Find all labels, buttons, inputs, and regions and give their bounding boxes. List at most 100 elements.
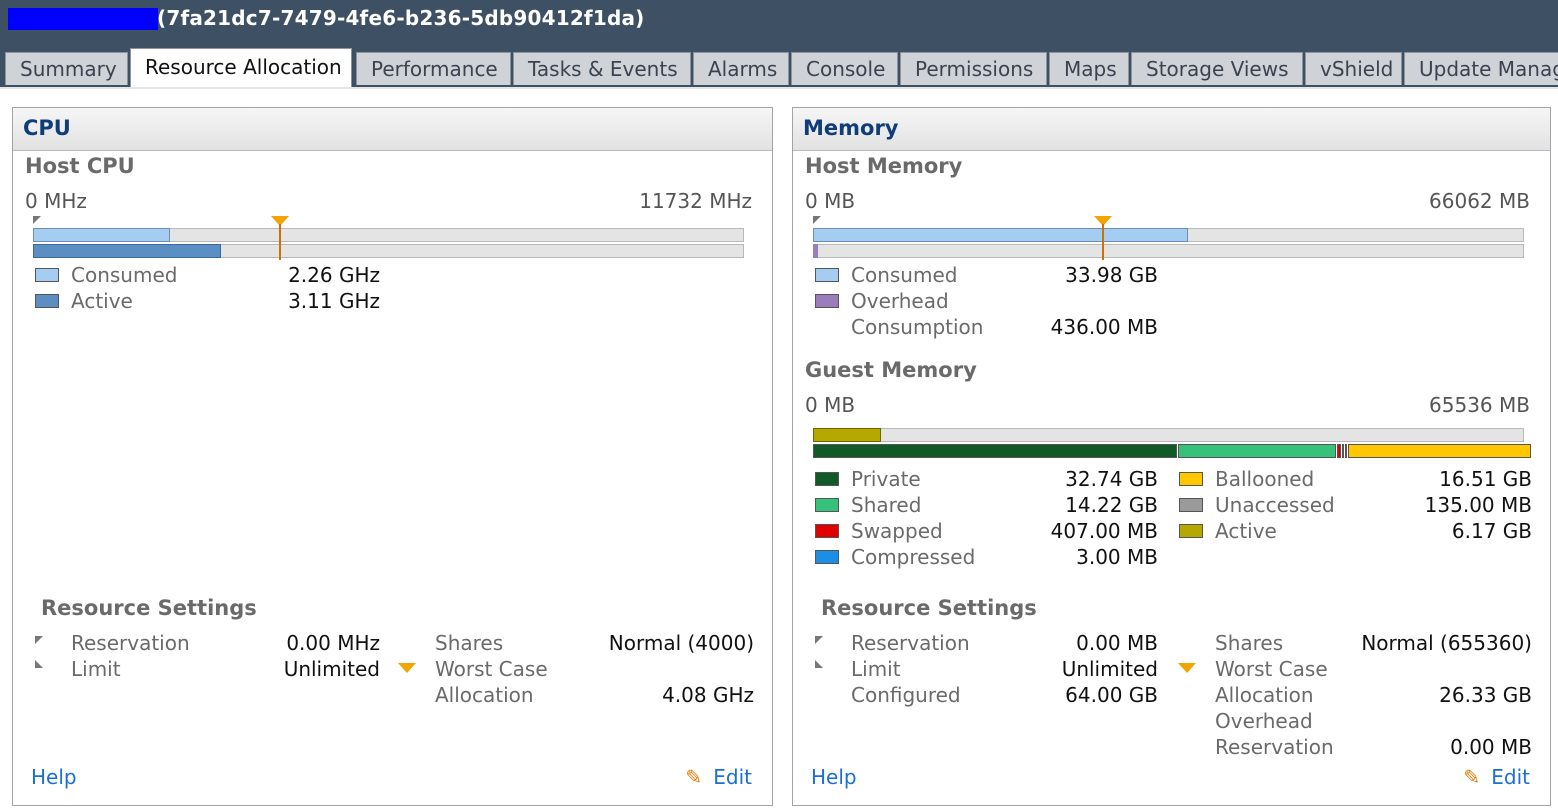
guest-left-label-0: Private: [851, 467, 921, 491]
tab-update-manager[interactable]: Update Manag: [1404, 52, 1558, 85]
guest-left-label-2: Swapped: [851, 519, 943, 543]
guest-segment-private: [813, 444, 1177, 458]
guest-right-swatch-2: [1179, 524, 1203, 538]
tab-vshield[interactable]: vShield: [1305, 52, 1402, 85]
guest-left-value-0: 32.74 GB: [1065, 467, 1158, 491]
guest-left-swatch-0: [815, 472, 839, 486]
guest-left-label-3: Compressed: [851, 545, 976, 569]
tab-resource-allocation[interactable]: Resource Allocation: [130, 48, 352, 87]
active-swatch: [35, 294, 59, 308]
consumed-swatch: [815, 268, 839, 282]
cpu-worst-case-label: Worst Case: [435, 657, 548, 681]
mem-shares-label: Shares: [1215, 631, 1284, 655]
overhead-swatch: [815, 294, 839, 308]
mem-consumed-label: Consumed: [851, 263, 958, 287]
tab-alarms[interactable]: Alarms: [693, 52, 789, 85]
guest-right-label-2: Active: [1215, 519, 1277, 543]
tab-tasks-events[interactable]: Tasks & Events: [513, 52, 691, 85]
guest-left-swatch-2: [815, 524, 839, 538]
cpu-reservation-value: 0.00 MHz: [286, 631, 380, 655]
host-cpu-heading: Host CPU: [25, 154, 135, 178]
cpu-panel-header: CPU: [13, 108, 772, 151]
memory-panel: Memory Host Memory 0 MB 66062 MB Consume…: [792, 107, 1551, 806]
cpu-resource-settings-heading: Resource Settings: [41, 596, 257, 620]
reservation-tick-icon: [815, 636, 823, 644]
limit-tick-icon: [815, 660, 823, 668]
tab-bar: Summary Resource Allocation Performance …: [0, 42, 1558, 89]
guest-segment-ballooned: [1348, 444, 1531, 458]
worst-case-line: [279, 224, 281, 260]
mem-edit-link[interactable]: ✎ Edit: [1463, 765, 1530, 789]
cpu-shares-label: Shares: [435, 631, 504, 655]
tab-storage-views[interactable]: Storage Views: [1131, 52, 1303, 85]
host-memory-heading: Host Memory: [805, 154, 963, 178]
tab-permissions[interactable]: Permissions: [900, 52, 1047, 85]
tab-performance[interactable]: Performance: [356, 52, 511, 85]
mem-consumed-bar: [813, 228, 1188, 242]
cpu-limit-label: Limit: [71, 657, 121, 681]
tab-maps[interactable]: Maps: [1049, 52, 1129, 85]
bar-start-tick-icon: [813, 216, 821, 224]
mem-reservation2-label: Reservation: [1215, 735, 1334, 759]
cpu-consumed-label: Consumed: [71, 263, 178, 287]
limit-tick-icon: [35, 660, 43, 668]
mem-range-min: 0 MB: [805, 189, 856, 213]
mem-limit-value: Unlimited: [1061, 657, 1158, 681]
guest-left-label-1: Shared: [851, 493, 922, 517]
consumed-swatch: [35, 268, 59, 282]
cpu-help-link[interactable]: Help: [31, 765, 77, 789]
guest-left-swatch-3: [815, 550, 839, 564]
mem-overhead-value: 436.00 MB: [1050, 315, 1158, 339]
memory-panel-title: Memory: [803, 116, 899, 140]
mem-limit-label: Limit: [851, 657, 901, 681]
cpu-range-min: 0 MHz: [25, 189, 87, 213]
worst-case-line: [1102, 224, 1104, 260]
mem-overhead-res-label: Overhead: [1215, 709, 1313, 733]
cpu-panel-title: CPU: [23, 116, 71, 140]
mem-shares-value: Normal (655360): [1361, 631, 1532, 655]
guest-range-min: 0 MB: [805, 393, 856, 417]
mem-configured-value: 64.00 GB: [1065, 683, 1158, 707]
guest-left-value-1: 14.22 GB: [1065, 493, 1158, 517]
guest-range-max: 65536 MB: [1429, 393, 1530, 417]
worst-case-legend-icon: [398, 663, 416, 673]
cpu-active-label: Active: [71, 289, 133, 313]
mem-worst-case-value: 26.33 GB: [1439, 683, 1532, 707]
tab-summary[interactable]: Summary: [5, 52, 128, 85]
cpu-consumed-bar: [33, 228, 170, 242]
mem-overhead-track: [813, 244, 1524, 258]
cpu-edit-link[interactable]: ✎ Edit: [685, 765, 752, 789]
mem-reservation-value: 0.00 MB: [1076, 631, 1158, 655]
mem-overhead-bar: [813, 244, 818, 258]
redacted-vm-name: [8, 8, 158, 30]
memory-panel-header: Memory: [793, 108, 1550, 151]
cpu-limit-value: Unlimited: [283, 657, 380, 681]
mem-reservation-label: Reservation: [851, 631, 970, 655]
mem-overhead-label: Overhead: [851, 289, 949, 313]
mem-resource-settings-heading: Resource Settings: [821, 596, 1037, 620]
mem-overhead-res-value: 0.00 MB: [1450, 735, 1532, 759]
guest-segment-swapped: [1337, 444, 1341, 458]
cpu-allocation-label: Allocation: [435, 683, 534, 707]
mem-consumption-label: Consumption: [851, 315, 984, 339]
pencil-icon: ✎: [685, 765, 703, 789]
guest-segment-shared: [1178, 444, 1336, 458]
guest-right-value-1: 135.00 MB: [1424, 493, 1532, 517]
cpu-range-max: 11732 MHz: [639, 189, 752, 213]
guest-segment-compressed: [1342, 444, 1344, 458]
cpu-active-bar: [33, 244, 221, 258]
cpu-panel: CPU Host CPU 0 MHz 11732 MHz Consumed 2.…: [12, 107, 773, 806]
guest-left-swatch-1: [815, 498, 839, 512]
window-title: (7fa21dc7-7479-4fe6-b236-5db90412f1da): [157, 6, 645, 30]
mem-allocation-label: Allocation: [1215, 683, 1314, 707]
title-bar: (7fa21dc7-7479-4fe6-b236-5db90412f1da): [0, 0, 1558, 42]
guest-right-label-1: Unaccessed: [1215, 493, 1335, 517]
guest-active-bar: [813, 428, 881, 442]
pencil-icon: ✎: [1463, 765, 1481, 789]
cpu-active-value: 3.11 GHz: [288, 289, 380, 313]
mem-help-link[interactable]: Help: [811, 765, 857, 789]
guest-active-track: [813, 428, 1524, 442]
tab-console[interactable]: Console: [791, 52, 898, 85]
mem-consumed-value: 33.98 GB: [1065, 263, 1158, 287]
guest-right-swatch-1: [1179, 498, 1203, 512]
